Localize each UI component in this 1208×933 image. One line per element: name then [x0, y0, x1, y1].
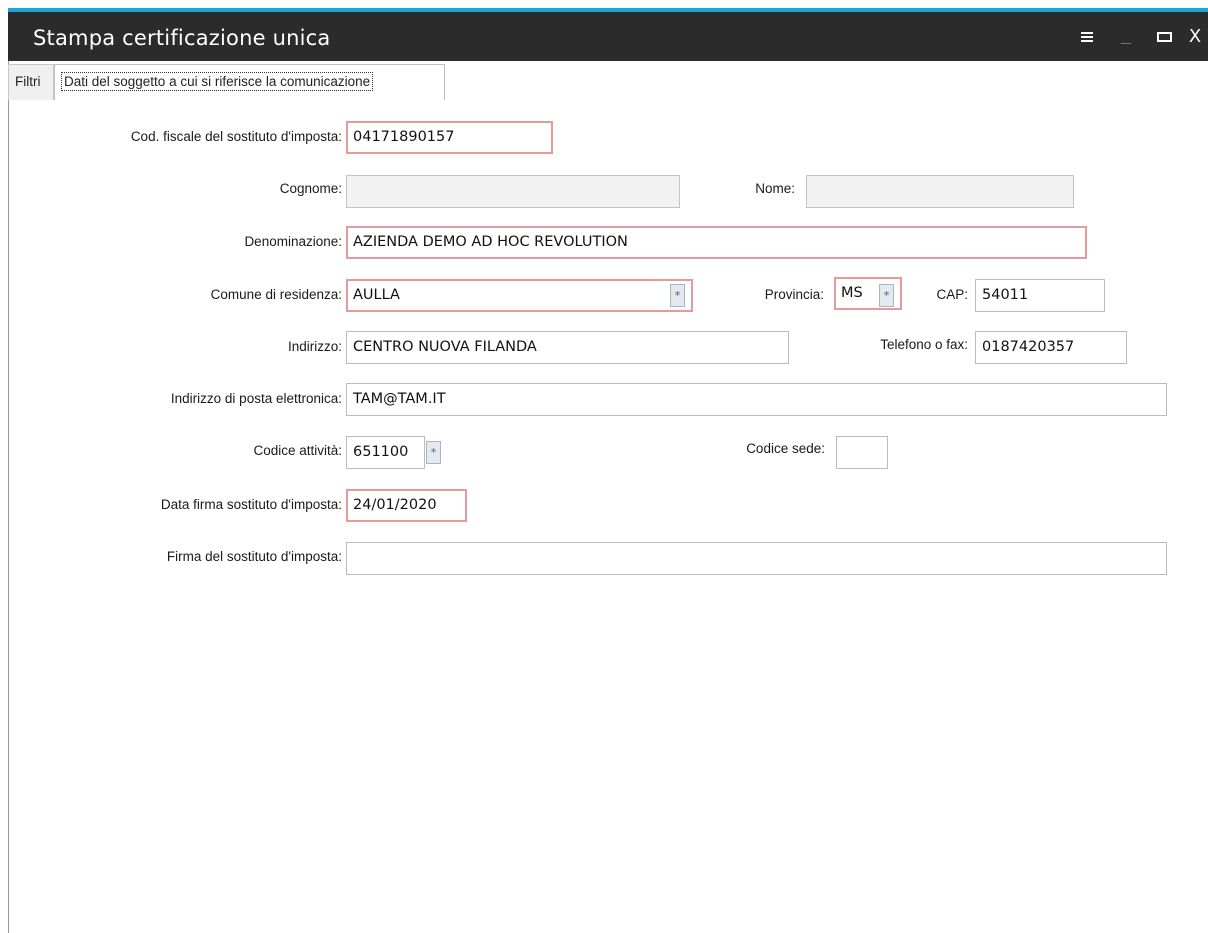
cap-label: CAP: — [936, 287, 968, 302]
email-field[interactable]: TAM@TAM.IT — [346, 383, 1167, 416]
codice-sede-label: Codice sede: — [746, 441, 825, 456]
denominazione-field[interactable]: AZIENDA DEMO AD HOC REVOLUTION — [346, 226, 1087, 259]
codice-attivita-field[interactable]: 651100 — [346, 436, 425, 469]
provincia-zoom-button[interactable]: * — [879, 284, 894, 307]
cod-fiscale-field[interactable]: 04171890157 — [346, 121, 553, 154]
indirizzo-label: Indirizzo: — [287, 339, 342, 354]
comune-zoom-button[interactable]: * — [670, 284, 685, 307]
firma-label: Firma del sostituto d'imposta: — [166, 549, 342, 564]
telefono-field[interactable]: 0187420357 — [975, 331, 1127, 364]
cognome-field[interactable] — [346, 175, 680, 208]
close-icon[interactable]: X — [1176, 12, 1208, 61]
firma-field[interactable] — [346, 542, 1167, 575]
codice-attivita-label: Codice attività: — [253, 443, 342, 458]
provincia-label: Provincia: — [764, 287, 824, 302]
nome-label: Nome: — [755, 181, 795, 196]
tab-filtri[interactable]: Filtri — [8, 64, 54, 100]
cap-field[interactable]: 54011 — [975, 279, 1105, 312]
codice-attivita-zoom-button[interactable]: * — [426, 441, 441, 464]
telefono-label: Telefono o fax: — [880, 337, 968, 352]
title-bar: Stampa certificazione unica X — [8, 12, 1208, 61]
menu-icon[interactable] — [1068, 12, 1106, 61]
window-title: Stampa certificazione unica — [33, 26, 331, 50]
data-firma-label: Data firma sostituto d'imposta: — [160, 497, 342, 512]
comune-field[interactable]: AULLA — [346, 279, 693, 312]
tab-dati-soggetto-label: Dati del soggetto a cui si riferisce la … — [61, 72, 374, 91]
denominazione-label: Denominazione: — [244, 234, 342, 249]
codice-sede-field[interactable] — [836, 436, 888, 469]
comune-label: Comune di residenza: — [210, 287, 342, 302]
cod-fiscale-label: Cod. fiscale del sostituto d'imposta: — [130, 129, 342, 144]
data-firma-field[interactable]: 24/01/2020 — [346, 489, 467, 522]
indirizzo-field[interactable]: CENTRO NUOVA FILANDA — [346, 331, 789, 364]
email-label: Indirizzo di posta elettronica: — [170, 391, 342, 406]
tab-dati-soggetto[interactable]: Dati del soggetto a cui si riferisce la … — [54, 64, 445, 100]
minimize-icon[interactable] — [1107, 12, 1145, 61]
cognome-label: Cognome: — [279, 181, 342, 196]
nome-field[interactable] — [806, 175, 1074, 208]
